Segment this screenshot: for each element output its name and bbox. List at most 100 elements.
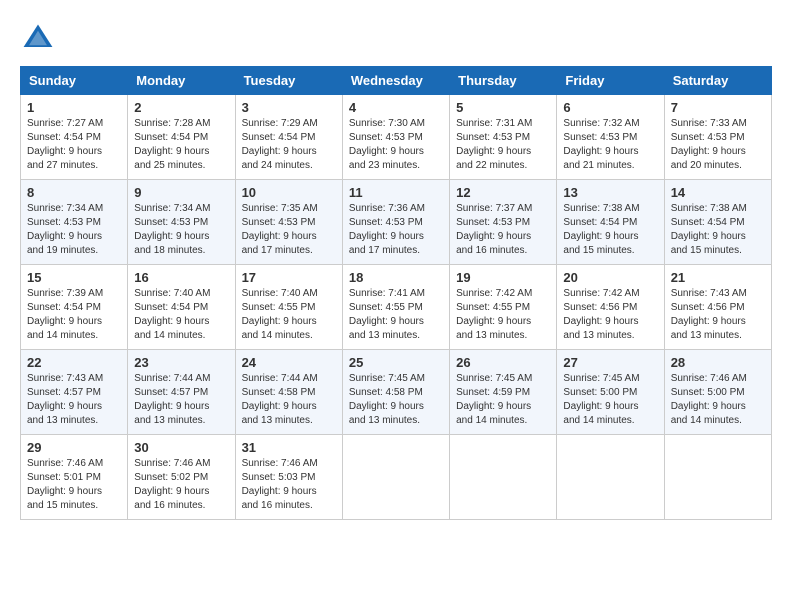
day-info: Sunrise: 7:39 AM Sunset: 4:54 PM Dayligh… — [27, 287, 121, 343]
col-tuesday: Tuesday — [235, 67, 342, 95]
sunrise: Sunrise: 7:45 AM — [349, 373, 425, 384]
sunrise: Sunrise: 7:37 AM — [456, 203, 532, 214]
calendar-cell: 30 Sunrise: 7:46 AM Sunset: 5:02 PM Dayl… — [128, 435, 235, 520]
day-number: 27 — [563, 355, 657, 370]
daylight: Daylight: 9 hours and 24 minutes. — [242, 146, 317, 171]
day-info: Sunrise: 7:34 AM Sunset: 4:53 PM Dayligh… — [27, 202, 121, 258]
calendar-cell: 24 Sunrise: 7:44 AM Sunset: 4:58 PM Dayl… — [235, 350, 342, 435]
sunset: Sunset: 4:55 PM — [242, 302, 316, 313]
calendar-cell: 12 Sunrise: 7:37 AM Sunset: 4:53 PM Dayl… — [450, 180, 557, 265]
daylight: Daylight: 9 hours and 13 minutes. — [349, 316, 424, 341]
day-info: Sunrise: 7:43 AM Sunset: 4:56 PM Dayligh… — [671, 287, 765, 343]
sunset: Sunset: 4:53 PM — [27, 217, 101, 228]
calendar-cell: 2 Sunrise: 7:28 AM Sunset: 4:54 PM Dayli… — [128, 95, 235, 180]
day-number: 25 — [349, 355, 443, 370]
calendar-cell: 6 Sunrise: 7:32 AM Sunset: 4:53 PM Dayli… — [557, 95, 664, 180]
day-number: 24 — [242, 355, 336, 370]
day-number: 11 — [349, 185, 443, 200]
daylight: Daylight: 9 hours and 19 minutes. — [27, 231, 102, 256]
day-number: 19 — [456, 270, 550, 285]
sunset: Sunset: 4:53 PM — [456, 217, 530, 228]
sunrise: Sunrise: 7:29 AM — [242, 118, 318, 129]
daylight: Daylight: 9 hours and 13 minutes. — [134, 401, 209, 426]
day-number: 23 — [134, 355, 228, 370]
day-number: 10 — [242, 185, 336, 200]
sunrise: Sunrise: 7:27 AM — [27, 118, 103, 129]
daylight: Daylight: 9 hours and 13 minutes. — [456, 316, 531, 341]
daylight: Daylight: 9 hours and 13 minutes. — [349, 401, 424, 426]
day-number: 5 — [456, 100, 550, 115]
sunset: Sunset: 4:53 PM — [349, 132, 423, 143]
sunrise: Sunrise: 7:38 AM — [671, 203, 747, 214]
calendar-cell — [450, 435, 557, 520]
day-info: Sunrise: 7:30 AM Sunset: 4:53 PM Dayligh… — [349, 117, 443, 173]
day-info: Sunrise: 7:36 AM Sunset: 4:53 PM Dayligh… — [349, 202, 443, 258]
daylight: Daylight: 9 hours and 13 minutes. — [242, 401, 317, 426]
calendar-cell: 7 Sunrise: 7:33 AM Sunset: 4:53 PM Dayli… — [664, 95, 771, 180]
daylight: Daylight: 9 hours and 18 minutes. — [134, 231, 209, 256]
day-info: Sunrise: 7:44 AM Sunset: 4:57 PM Dayligh… — [134, 372, 228, 428]
calendar-cell: 3 Sunrise: 7:29 AM Sunset: 4:54 PM Dayli… — [235, 95, 342, 180]
calendar-cell: 31 Sunrise: 7:46 AM Sunset: 5:03 PM Dayl… — [235, 435, 342, 520]
day-info: Sunrise: 7:29 AM Sunset: 4:54 PM Dayligh… — [242, 117, 336, 173]
day-number: 16 — [134, 270, 228, 285]
sunset: Sunset: 5:01 PM — [27, 472, 101, 483]
day-info: Sunrise: 7:46 AM Sunset: 5:00 PM Dayligh… — [671, 372, 765, 428]
daylight: Daylight: 9 hours and 14 minutes. — [242, 316, 317, 341]
sunrise: Sunrise: 7:40 AM — [242, 288, 318, 299]
daylight: Daylight: 9 hours and 14 minutes. — [563, 401, 638, 426]
sunset: Sunset: 4:54 PM — [671, 217, 745, 228]
sunrise: Sunrise: 7:42 AM — [456, 288, 532, 299]
sunset: Sunset: 5:02 PM — [134, 472, 208, 483]
day-number: 1 — [27, 100, 121, 115]
calendar-cell: 23 Sunrise: 7:44 AM Sunset: 4:57 PM Dayl… — [128, 350, 235, 435]
sunrise: Sunrise: 7:34 AM — [134, 203, 210, 214]
col-friday: Friday — [557, 67, 664, 95]
calendar-cell: 19 Sunrise: 7:42 AM Sunset: 4:55 PM Dayl… — [450, 265, 557, 350]
day-info: Sunrise: 7:31 AM Sunset: 4:53 PM Dayligh… — [456, 117, 550, 173]
sunrise: Sunrise: 7:45 AM — [563, 373, 639, 384]
sunrise: Sunrise: 7:34 AM — [27, 203, 103, 214]
sunrise: Sunrise: 7:46 AM — [671, 373, 747, 384]
day-number: 22 — [27, 355, 121, 370]
day-info: Sunrise: 7:38 AM Sunset: 4:54 PM Dayligh… — [563, 202, 657, 258]
calendar-week-5: 29 Sunrise: 7:46 AM Sunset: 5:01 PM Dayl… — [21, 435, 772, 520]
sunset: Sunset: 4:57 PM — [27, 387, 101, 398]
sunrise: Sunrise: 7:33 AM — [671, 118, 747, 129]
sunrise: Sunrise: 7:28 AM — [134, 118, 210, 129]
calendar-cell: 22 Sunrise: 7:43 AM Sunset: 4:57 PM Dayl… — [21, 350, 128, 435]
day-info: Sunrise: 7:46 AM Sunset: 5:03 PM Dayligh… — [242, 457, 336, 513]
day-info: Sunrise: 7:44 AM Sunset: 4:58 PM Dayligh… — [242, 372, 336, 428]
day-number: 7 — [671, 100, 765, 115]
sunset: Sunset: 4:56 PM — [563, 302, 637, 313]
day-info: Sunrise: 7:41 AM Sunset: 4:55 PM Dayligh… — [349, 287, 443, 343]
calendar-cell — [342, 435, 449, 520]
daylight: Daylight: 9 hours and 20 minutes. — [671, 146, 746, 171]
calendar-cell: 17 Sunrise: 7:40 AM Sunset: 4:55 PM Dayl… — [235, 265, 342, 350]
sunrise: Sunrise: 7:45 AM — [456, 373, 532, 384]
daylight: Daylight: 9 hours and 15 minutes. — [671, 231, 746, 256]
day-info: Sunrise: 7:45 AM Sunset: 4:58 PM Dayligh… — [349, 372, 443, 428]
sunset: Sunset: 4:57 PM — [134, 387, 208, 398]
daylight: Daylight: 9 hours and 17 minutes. — [349, 231, 424, 256]
col-sunday: Sunday — [21, 67, 128, 95]
calendar-cell: 18 Sunrise: 7:41 AM Sunset: 4:55 PM Dayl… — [342, 265, 449, 350]
daylight: Daylight: 9 hours and 15 minutes. — [563, 231, 638, 256]
day-number: 13 — [563, 185, 657, 200]
sunset: Sunset: 4:53 PM — [134, 217, 208, 228]
sunset: Sunset: 4:54 PM — [134, 302, 208, 313]
sunrise: Sunrise: 7:42 AM — [563, 288, 639, 299]
sunrise: Sunrise: 7:43 AM — [671, 288, 747, 299]
day-number: 18 — [349, 270, 443, 285]
day-info: Sunrise: 7:32 AM Sunset: 4:53 PM Dayligh… — [563, 117, 657, 173]
sunrise: Sunrise: 7:46 AM — [27, 458, 103, 469]
day-info: Sunrise: 7:40 AM Sunset: 4:54 PM Dayligh… — [134, 287, 228, 343]
calendar-cell: 26 Sunrise: 7:45 AM Sunset: 4:59 PM Dayl… — [450, 350, 557, 435]
day-info: Sunrise: 7:46 AM Sunset: 5:01 PM Dayligh… — [27, 457, 121, 513]
daylight: Daylight: 9 hours and 23 minutes. — [349, 146, 424, 171]
sunset: Sunset: 4:53 PM — [456, 132, 530, 143]
calendar-cell: 9 Sunrise: 7:34 AM Sunset: 4:53 PM Dayli… — [128, 180, 235, 265]
daylight: Daylight: 9 hours and 21 minutes. — [563, 146, 638, 171]
day-info: Sunrise: 7:27 AM Sunset: 4:54 PM Dayligh… — [27, 117, 121, 173]
day-number: 17 — [242, 270, 336, 285]
